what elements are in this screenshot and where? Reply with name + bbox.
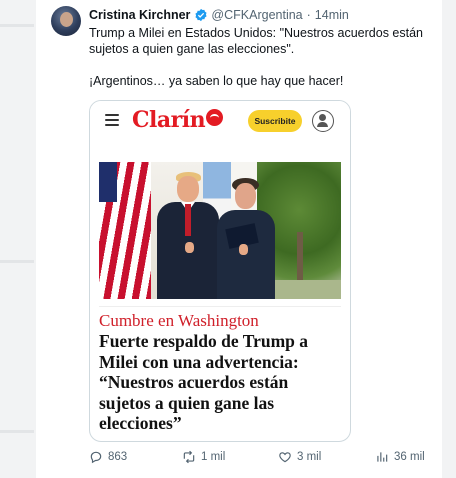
author-avatar[interactable] — [51, 6, 81, 36]
article-card[interactable]: Clarín Suscribite Cumbre en Washington F… — [89, 100, 351, 442]
like-count: 3 mil — [297, 451, 322, 463]
tweet-timestamp[interactable]: 14min — [315, 8, 349, 22]
user-account-icon[interactable] — [312, 110, 334, 132]
reply-button[interactable]: 863 — [89, 450, 127, 464]
repost-count: 1 mil — [201, 451, 226, 463]
tweet-actions: 863 1 mil 3 mil 36 mil — [89, 450, 439, 470]
hamburger-menu-icon[interactable] — [105, 114, 119, 128]
article-photo — [99, 162, 341, 299]
headline-line: “Nuestros acuerdos están — [99, 372, 289, 392]
author-handle[interactable]: @CFKArgentina — [211, 8, 302, 22]
headline-line: elecciones” — [99, 413, 182, 433]
author-name[interactable]: Cristina Kirchner — [89, 8, 190, 22]
tweet-text-line: Trump a Milei en Estados Unidos: "Nuestr… — [89, 26, 423, 56]
tweet-text-line: ¡Argentinos… ya saben lo que hay que hac… — [89, 74, 344, 88]
view-count: 36 mil — [394, 451, 425, 463]
gutter-divider — [0, 430, 34, 433]
heart-icon — [279, 452, 291, 463]
divider — [99, 306, 341, 307]
right-gutter — [442, 0, 456, 478]
repost-button[interactable]: 1 mil — [182, 450, 225, 464]
views-icon — [377, 452, 388, 462]
like-button[interactable]: 3 mil — [278, 450, 321, 464]
gutter-divider — [0, 24, 34, 27]
article-section: Cumbre en Washington — [99, 311, 259, 330]
left-gutter — [0, 0, 36, 478]
views-button[interactable]: 36 mil — [375, 450, 425, 464]
repost-icon — [183, 450, 195, 464]
reply-icon — [90, 451, 102, 464]
reply-count: 863 — [108, 451, 128, 463]
article-headline: Fuerte respaldo de Trump a Milei con una… — [99, 331, 341, 434]
tweet-body: Trump a Milei en Estados Unidos: "Nuestr… — [89, 25, 439, 89]
headline-line: Milei con una advertencia: — [99, 351, 299, 372]
clarin-logo[interactable]: Clarín — [132, 107, 224, 133]
tweet-header: Cristina Kirchner @CFKArgentina · 14min — [89, 8, 349, 22]
headline-line: Fuerte respaldo de Trump a — [99, 331, 309, 351]
verified-badge-icon — [195, 8, 207, 22]
gutter-divider — [0, 260, 34, 263]
clarin-header-bar: Clarín Suscribite — [90, 101, 350, 143]
headline-line: sujetos a quien gane las — [99, 392, 275, 413]
clarin-logo-text: Clarín — [132, 107, 206, 133]
clarin-logo-mark — [206, 109, 224, 126]
separator-dot: · — [306, 8, 311, 22]
subscribe-button[interactable]: Suscribite — [248, 110, 302, 132]
